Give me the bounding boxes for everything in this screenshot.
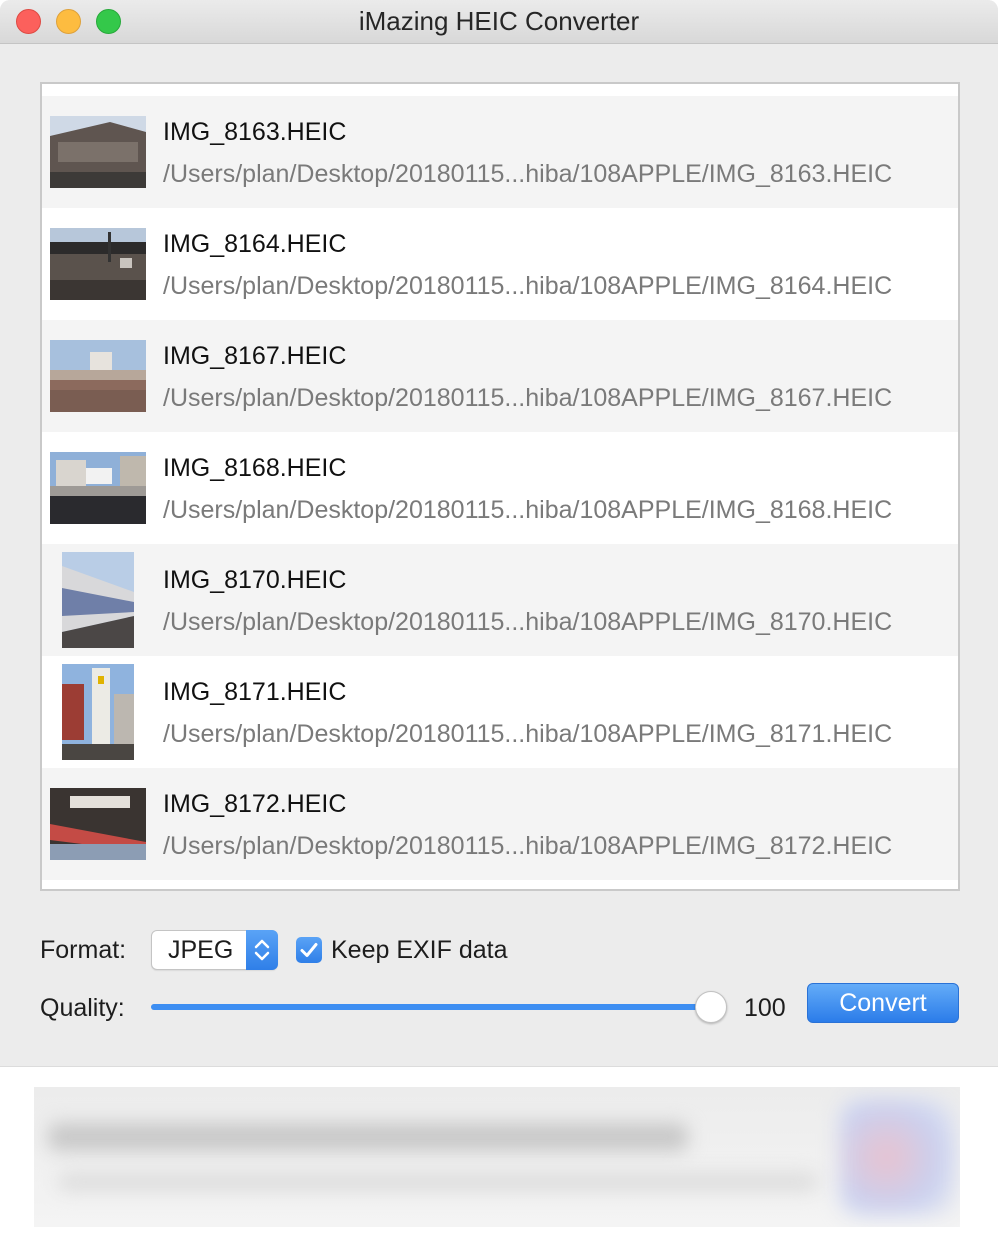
file-thumbnail [50, 452, 146, 524]
blurred-banner[interactable] [34, 1087, 960, 1227]
file-thumbnail [50, 340, 146, 412]
format-select[interactable]: JPEG [151, 930, 278, 970]
file-name: IMG_8168.HEIC [163, 454, 347, 482]
footer-area [0, 1066, 998, 1244]
file-thumbnail [50, 116, 146, 188]
format-label: Format: [40, 936, 127, 964]
file-thumbnail [62, 664, 134, 760]
file-thumbnail [50, 788, 146, 860]
keep-exif-checkbox[interactable] [296, 937, 322, 963]
file-thumbnail [62, 552, 134, 648]
app-window: iMazing HEIC Converter IMG_8163.HEIC/Use… [0, 0, 998, 1244]
file-name: IMG_8172.HEIC [163, 790, 347, 818]
checkmark-icon [300, 943, 318, 957]
window-title: iMazing HEIC Converter [358, 6, 640, 36]
conversion-controls: Format: JPEG Keep EXIF data Quality: 100… [0, 900, 998, 1066]
file-path: /Users/plan/Desktop/20180115...hiba/108A… [163, 832, 893, 860]
file-list[interactable]: IMG_8163.HEIC/Users/plan/Desktop/2018011… [40, 82, 960, 891]
quality-slider-fill [151, 1004, 711, 1010]
file-row[interactable]: IMG_8171.HEIC/Users/plan/Desktop/2018011… [42, 656, 958, 768]
quality-value: 100 [744, 994, 786, 1022]
quality-slider-track[interactable] [151, 1004, 711, 1010]
file-path: /Users/plan/Desktop/20180115...hiba/108A… [163, 496, 893, 524]
file-row[interactable]: IMG_8167.HEIC/Users/plan/Desktop/2018011… [42, 320, 958, 432]
format-select-value: JPEG [168, 936, 234, 964]
file-row[interactable]: IMG_8172.HEIC/Users/plan/Desktop/2018011… [42, 768, 958, 880]
keep-exif-label[interactable]: Keep EXIF data [331, 936, 508, 965]
file-name: IMG_8164.HEIC [163, 230, 347, 258]
file-row[interactable]: IMG_8164.HEIC/Users/plan/Desktop/2018011… [42, 208, 958, 320]
file-row[interactable]: IMG_8163.HEIC/Users/plan/Desktop/2018011… [42, 96, 958, 208]
blurred-text [58, 1173, 818, 1191]
file-row[interactable]: IMG_8168.HEIC/Users/plan/Desktop/2018011… [42, 432, 958, 544]
file-name: IMG_8171.HEIC [163, 678, 347, 706]
file-path: /Users/plan/Desktop/20180115...hiba/108A… [163, 272, 893, 300]
file-row[interactable]: IMG_8170.HEIC/Users/plan/Desktop/2018011… [42, 544, 958, 656]
file-path: /Users/plan/Desktop/20180115...hiba/108A… [163, 160, 893, 188]
blurred-text [48, 1123, 688, 1151]
chevron-updown-icon [246, 930, 278, 970]
file-name: IMG_8170.HEIC [163, 566, 347, 594]
file-path: /Users/plan/Desktop/20180115...hiba/108A… [163, 608, 893, 636]
blurred-logo [840, 1099, 956, 1215]
file-name: IMG_8163.HEIC [163, 118, 347, 146]
quality-label: Quality: [40, 994, 125, 1022]
file-path: /Users/plan/Desktop/20180115...hiba/108A… [163, 384, 893, 412]
file-name: IMG_8167.HEIC [163, 342, 347, 370]
title-bar: iMazing HEIC Converter [0, 0, 998, 44]
file-path: /Users/plan/Desktop/20180115...hiba/108A… [163, 720, 893, 748]
file-thumbnail [50, 228, 146, 300]
convert-button[interactable]: Convert [807, 983, 959, 1023]
quality-slider-knob[interactable] [695, 991, 727, 1023]
